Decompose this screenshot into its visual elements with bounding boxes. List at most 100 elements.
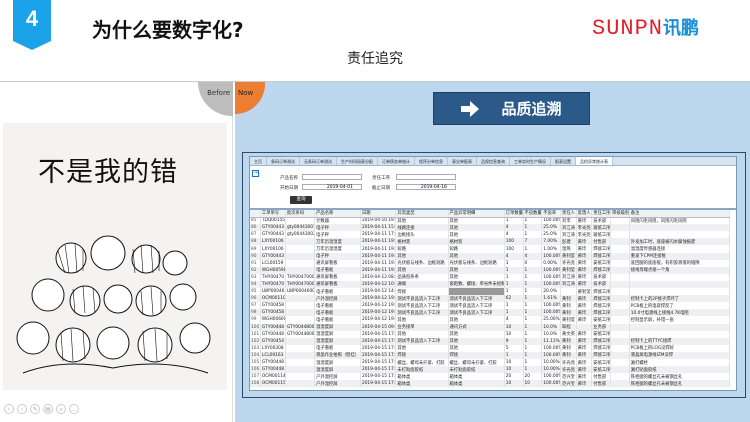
product-select[interactable] — [302, 174, 362, 180]
table-row[interactable]: 89LXY00106万年历温湿度2019-04-11 19:53:31短路短路1… — [250, 245, 731, 253]
table-row[interactable]: 96OCM00110户外温控屏2019-04-12 19:43:04测试不良品流… — [250, 295, 731, 303]
table-row[interactable]: 103LXY00308电子看板2019-04-15 17:37:51其他其他51… — [250, 344, 731, 352]
table-row[interactable]: 108OCM00115户外温控屏2019-04-15 17:43:50箱体类箱体… — [250, 380, 731, 388]
column-header[interactable]: 产品异常明细 — [448, 210, 505, 218]
table-cell: 黄钊莹 — [560, 266, 577, 274]
table-cell: 格材装 — [395, 238, 449, 246]
table-row[interactable]: 86GTY00443gty00443001电子秤2019-04-11 15:13… — [250, 224, 731, 232]
tab[interactable]: 条码订单测试 — [267, 157, 300, 165]
table-row[interactable]: 106GTY00448温湿度屏2019-04-15 17:41:36未打贴面胶纸… — [250, 366, 731, 374]
column-header[interactable]: 批次条码 — [285, 210, 316, 218]
column-header[interactable]: 审核级别 — [610, 210, 630, 218]
process-select[interactable] — [396, 174, 456, 180]
table-cell — [629, 231, 731, 239]
column-header[interactable]: 责任人 — [560, 210, 577, 218]
start-date-input[interactable]: 2019-04-01 — [302, 184, 362, 190]
tab[interactable]: 主页 — [250, 157, 267, 165]
table-row[interactable]: 92WGH00598电子看板2019-04-11 19:57:39其他其他111… — [250, 266, 731, 274]
column-header[interactable]: 备注 — [629, 210, 731, 218]
tab[interactable]: 品保信息查询 — [477, 157, 510, 165]
table-row[interactable]: 101 GTY00448 GTY00448005 温湿度屏 2019-04-15 17:… — [250, 330, 731, 338]
column-header[interactable]: 产品名称 — [314, 210, 361, 218]
tab[interactable]: 程序分单信息 — [415, 157, 448, 165]
tab[interactable]: 订单债务单统计 — [378, 157, 415, 165]
table-cell: 通讯屏看板 — [314, 259, 361, 267]
table-cell: 黄玲 — [576, 273, 593, 281]
table-row[interactable]: 87GTY00443gty00443002电子秤2019-04-11 17:04… — [250, 231, 731, 239]
column-header[interactable]: 日期 — [360, 210, 397, 218]
table-cell: 1 — [523, 366, 543, 374]
table-cell: LWP00046 — [260, 288, 286, 296]
column-header[interactable]: 工单单号 — [260, 210, 286, 218]
table-cell: 黄钊 — [560, 344, 577, 352]
table-cell — [610, 217, 630, 225]
table-cell: 焊接 — [448, 351, 505, 359]
table-cell: 焊接工序 — [591, 337, 612, 345]
column-header[interactable]: 不良率 — [541, 210, 562, 218]
table-cell: 1 — [523, 337, 543, 345]
table-cell — [285, 259, 316, 267]
table-cell: 黄玲 — [576, 358, 593, 367]
table-cell: 电子秤 — [314, 252, 361, 260]
more-icon[interactable]: … — [69, 404, 79, 414]
table-cell: 100.00% — [541, 302, 562, 310]
column-header[interactable]: 订单数量 — [504, 210, 524, 218]
table-row[interactable]: 88LXY00106万年历温湿度2019-04-11 19:52:15格材装格材… — [250, 238, 731, 246]
table-cell: LXY00308 — [260, 344, 286, 352]
table-cell: 1 — [504, 302, 524, 310]
query-button[interactable]: 查询 — [290, 196, 312, 204]
quality-trace-button[interactable]: 品质追溯 — [433, 92, 590, 125]
table-row[interactable]: 99WGH00600电子看板2019-04-12 19:46:11其他其他412… — [250, 316, 731, 324]
table-row[interactable]: 85TDQ00155计数器2019-04-10 19:29:37其他其他1110… — [250, 217, 731, 225]
table-cell: 安纸工序 — [591, 330, 612, 338]
tab[interactable]: 工单实时生产情况 — [510, 157, 551, 165]
table-row[interactable]: 105GTY00448温湿度屏2019-04-15 17:40:36螺丝、螺母未… — [250, 358, 731, 367]
tab[interactable]: 无条码订单测试 — [300, 157, 337, 165]
table-cell: 100.00% — [541, 273, 562, 281]
table-cell: 2019-04-12 08:49:35 — [360, 273, 397, 281]
table-cell: 1 — [523, 224, 543, 232]
table-row[interactable]: 98GTY00458电子看板2019-04-12 19:45:03测试不良品流入… — [250, 309, 731, 317]
before-caption: 不是我的错 — [38, 157, 178, 188]
column-header[interactable]: 异常类型 — [395, 210, 449, 218]
table-cell: 0 — [523, 259, 543, 267]
table-cell: 25.0% — [541, 224, 562, 232]
slides-icon[interactable]: ▤ — [43, 404, 53, 414]
tab[interactable]: 生产时间段表分配 — [337, 157, 378, 165]
column-header[interactable] — [250, 210, 261, 218]
prev-icon[interactable]: ‹ — [4, 404, 14, 414]
table-cell: 未打贴面胶纸 — [395, 366, 449, 374]
tab[interactable]: 表尖单报表 — [448, 157, 477, 165]
table-row[interactable]: 97GTY00458电子看板2019-04-12 19:44:02测试不良品流入… — [250, 302, 731, 310]
table-cell: 其他 — [448, 231, 505, 239]
table-cell: 10.0寸电源线上接线4.7K电阻 — [629, 309, 731, 317]
table-cell — [610, 266, 630, 274]
column-header[interactable]: 不良数量 — [523, 210, 543, 218]
table-row[interactable]: 104LCL00163 液晶作业拍照（壁挂）2019-04-15 17:39:07… — [250, 351, 731, 359]
table-row[interactable]: 102GTY00454 温湿度屏2019-04-15 17:36:35测试不良品流… — [250, 337, 731, 345]
table-cell: 7 — [523, 238, 543, 246]
pen-icon[interactable]: ✎ — [30, 404, 40, 414]
column-header[interactable]: 责任工序 — [591, 210, 612, 218]
end-date-input[interactable]: 2019-04-16 — [396, 184, 456, 190]
next-icon[interactable]: › — [17, 404, 27, 414]
logo: SUNPN讯鹏 — [592, 14, 699, 41]
export-icon[interactable]: ⇥ — [252, 170, 259, 177]
slide-number-badge: 4 — [13, 0, 51, 50]
table-row[interactable]: 95LWP00046LWP00046001电子看板2019-04-12 14:4… — [250, 288, 731, 296]
table-cell: 控制显示屏，补错一张 — [629, 316, 731, 324]
table-cell: 通讯屏看板 — [314, 273, 361, 281]
table-row[interactable]: 93 THY00470 THY00470001 通讯屏看板 2019-04-12 08:… — [250, 273, 731, 281]
table-row[interactable]: 107OCM00114户外温控屏2019-04-15 17:43:01箱体类箱体… — [250, 373, 731, 381]
table-row[interactable]: 100 GTY00448 GTY00448009 温湿度屏 2019-04-15 09:… — [250, 323, 731, 331]
column-header[interactable]: 反馈人 — [576, 210, 593, 218]
table-row[interactable]: 94 THY00470 THY00470001 通讯屏看板 2019-04-12 10:… — [250, 280, 731, 289]
tab[interactable]: 报表设置 — [551, 157, 576, 165]
tab[interactable]: 品检异常统计表 — [576, 157, 613, 165]
table-cell: 业务部 — [591, 323, 612, 331]
table-row[interactable]: 91LCL00159通讯屏看板2019-04-11 19:56:17光伏板与线条… — [250, 259, 731, 267]
table-cell — [610, 380, 630, 388]
table-row[interactable]: 90GTY00443电子秤2019-04-11 19:54:38其他其他4410… — [250, 252, 731, 260]
zoom-icon[interactable]: ⌕ — [56, 404, 66, 414]
table-cell — [629, 288, 731, 296]
